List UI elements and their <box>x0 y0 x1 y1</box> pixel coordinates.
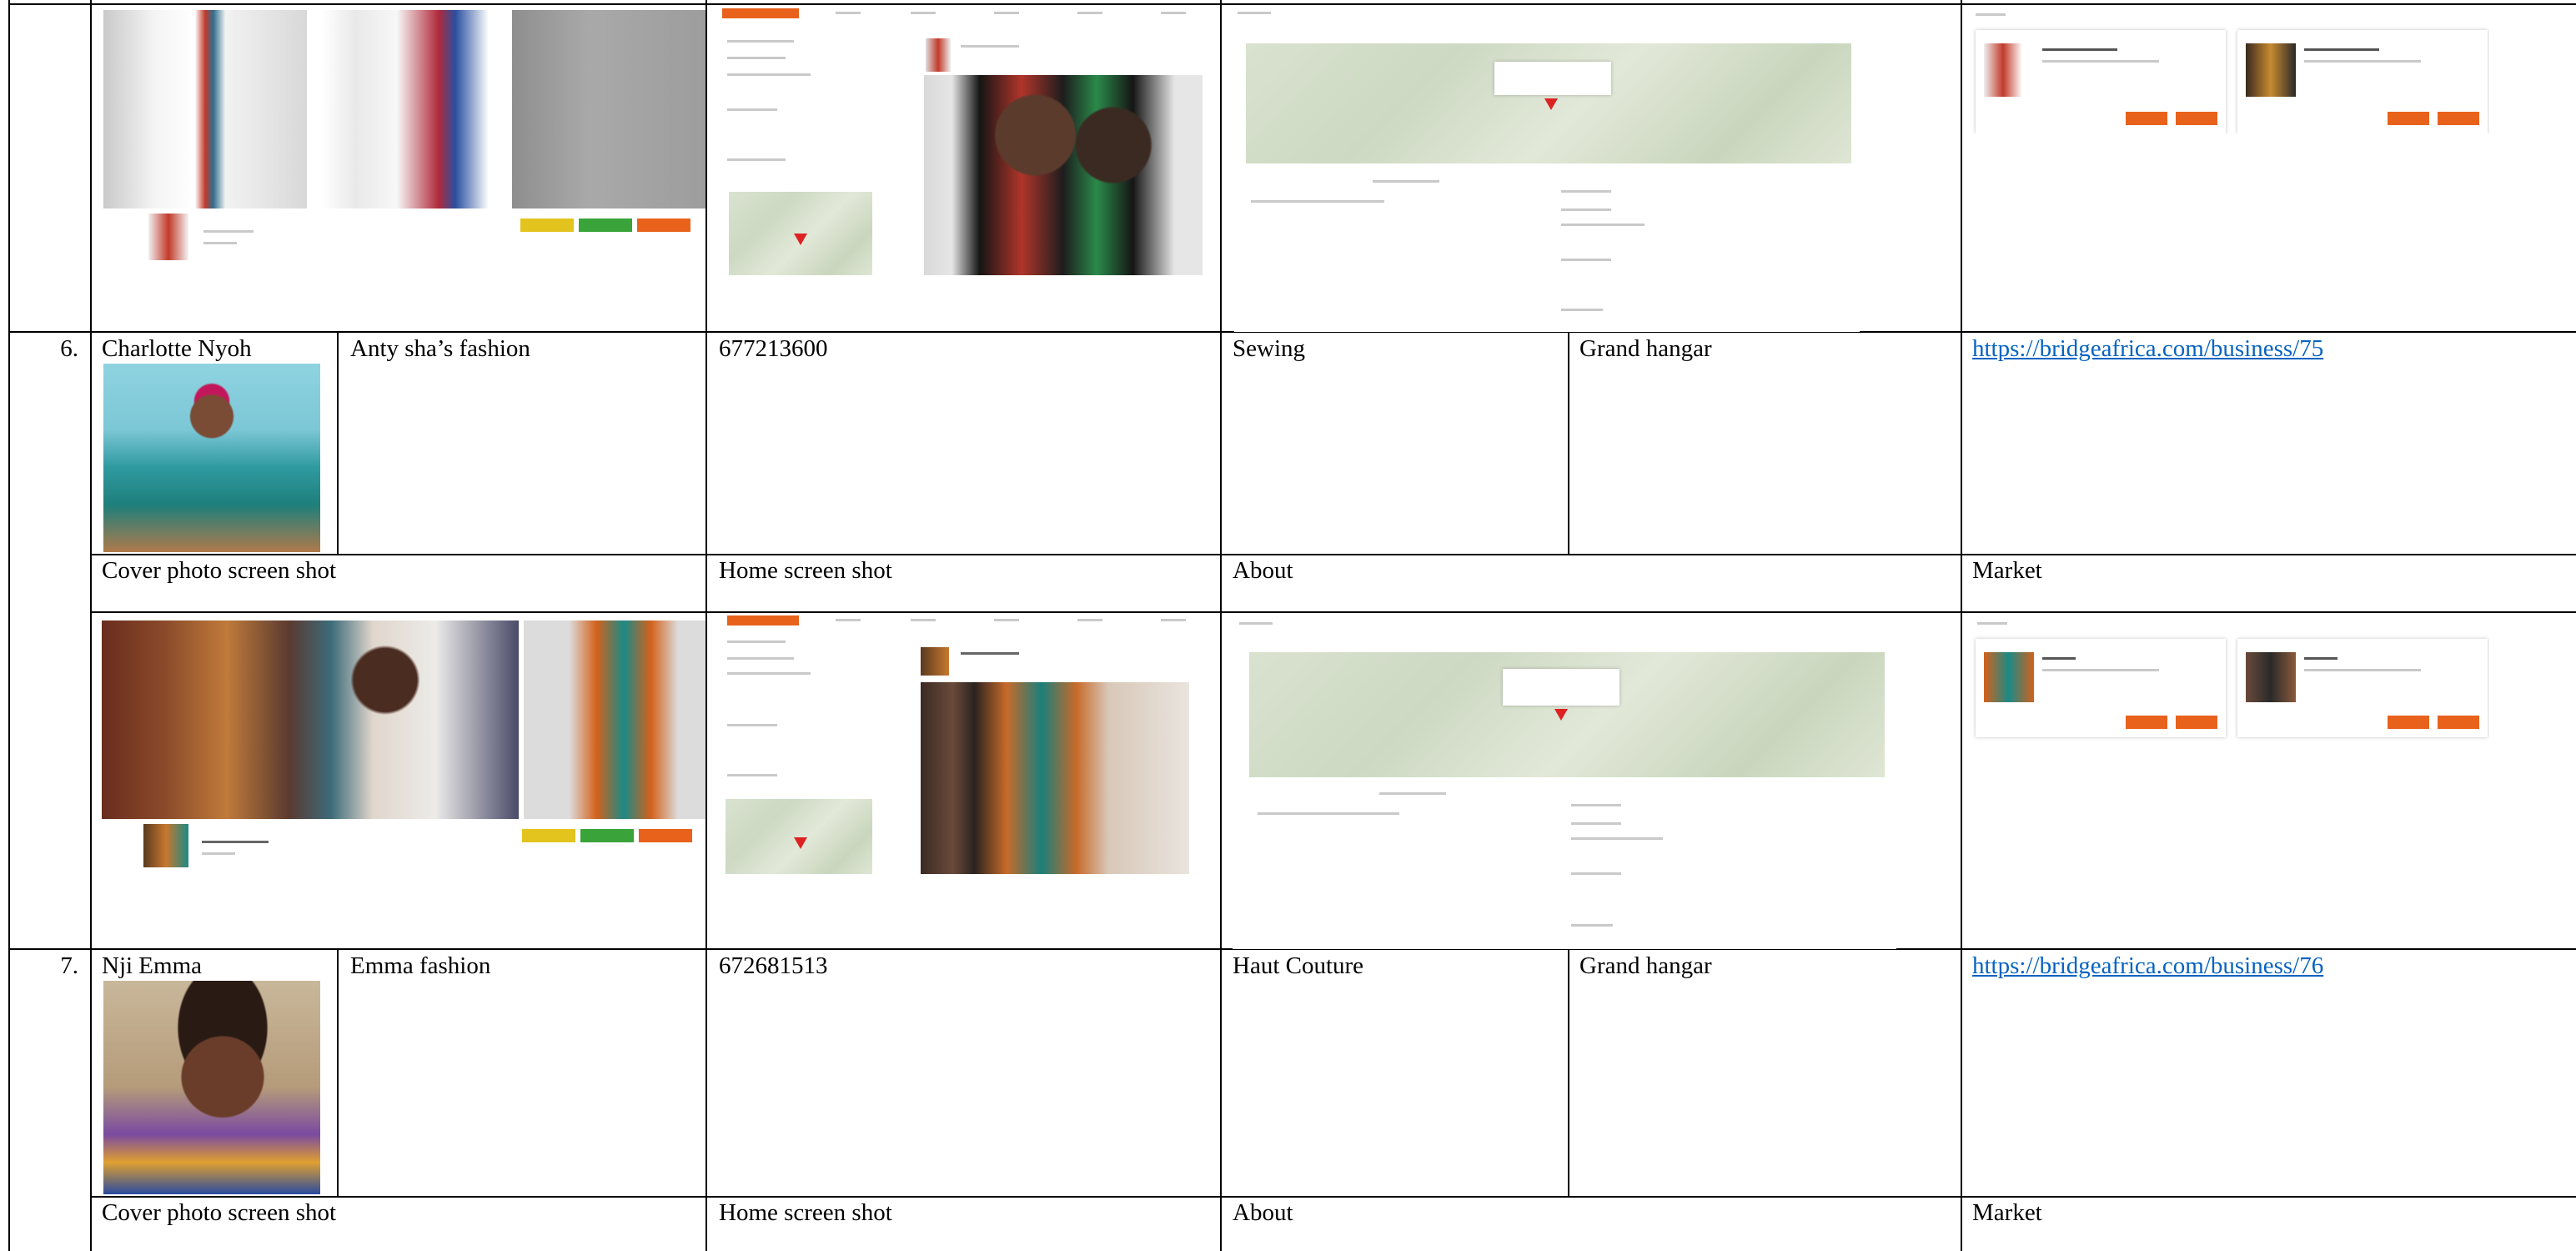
avatar <box>148 214 188 260</box>
owner-photo <box>103 981 320 1194</box>
column-label-cover: Cover photo screen shot <box>102 557 337 584</box>
column-label-about: About <box>1233 1199 1293 1226</box>
market-screenshot-prev <box>1972 8 2489 133</box>
business-name: Emma fashion <box>350 952 491 979</box>
business-location: Grand hangar <box>1579 952 1712 979</box>
cover-screenshot <box>102 620 706 871</box>
business-category: Haut Couture <box>1233 952 1364 979</box>
dress-photo <box>921 682 1189 874</box>
cover-screenshot-prev <box>103 10 706 260</box>
row-number: 7. <box>60 952 78 979</box>
business-name: Anty sha’s fashion <box>350 335 530 362</box>
product-photo <box>512 10 706 208</box>
column-label-about: About <box>1233 557 1293 584</box>
dress-photo <box>524 620 706 819</box>
avatar <box>143 824 188 867</box>
column-label-home: Home screen shot <box>719 557 892 584</box>
home-screenshot <box>719 615 1219 874</box>
product-photo <box>103 10 307 208</box>
business-link[interactable]: https://bridgeafrica.com/business/76 <box>1972 951 2323 981</box>
column-label-home: Home screen shot <box>719 1199 892 1226</box>
about-screenshot <box>1233 619 1896 949</box>
column-label-market: Market <box>1972 1199 2042 1226</box>
market-screenshot <box>1972 617 2489 742</box>
cover-photo <box>102 620 519 819</box>
column-label-market: Market <box>1972 557 2042 584</box>
business-category: Sewing <box>1233 335 1305 362</box>
business-location: Grand hangar <box>1579 335 1712 362</box>
phone-number: 677213600 <box>719 335 828 362</box>
product-photo <box>322 10 489 208</box>
avatar <box>926 38 951 72</box>
row-number: 6. <box>60 335 78 362</box>
business-link[interactable]: https://bridgeafrica.com/business/75 <box>1972 334 2323 364</box>
avatar <box>921 647 949 676</box>
column-label-cover: Cover photo screen shot <box>102 1199 337 1226</box>
owner-name: Charlotte Nyoh <box>102 335 252 362</box>
home-screenshot-prev <box>719 8 1219 275</box>
phone-number: 672681513 <box>719 952 828 979</box>
owner-photo <box>103 364 320 552</box>
about-screenshot-prev <box>1234 8 1860 332</box>
couple-photo <box>924 75 1203 275</box>
owner-name: Nji Emma <box>102 952 203 979</box>
